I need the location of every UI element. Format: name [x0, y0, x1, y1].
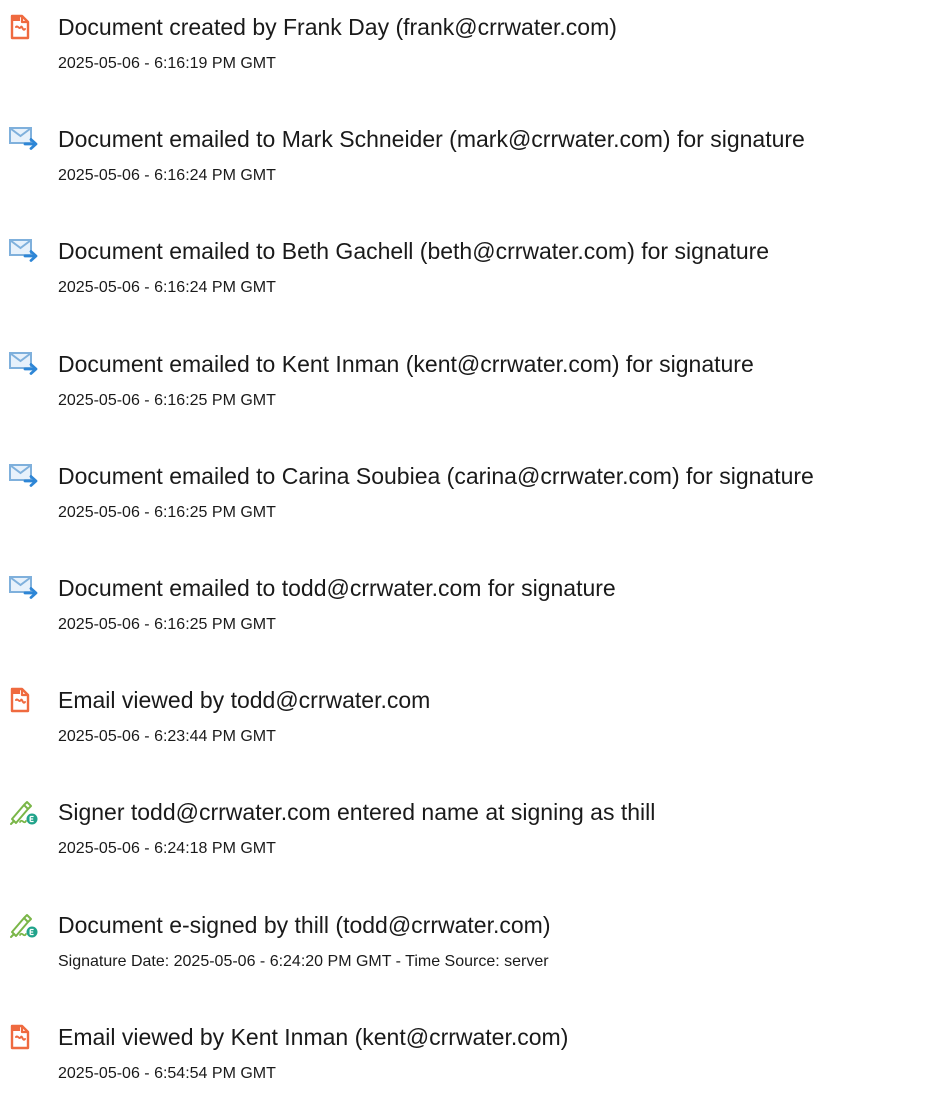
event-description: Document e-signed by thill (todd@crrwate…	[58, 911, 551, 938]
event-timestamp: 2025-05-06 - 6:24:18 PM GMT	[58, 840, 276, 858]
email-sent-icon	[8, 237, 44, 265]
event-description: Document created by Frank Day (frank@crr…	[58, 14, 617, 40]
email-sent-icon	[8, 350, 44, 378]
event-description: Document emailed to Beth Gachell (beth@c…	[58, 238, 770, 265]
event-description: Email viewed by Kent Inman (kent@crrwate…	[58, 1023, 569, 1050]
audit-event-item: Document emailed to todd@crrwater.com fo…	[0, 573, 935, 663]
event-timestamp: 2025-05-06 - 6:16:24 PM GMT	[58, 167, 276, 185]
email-sent-icon	[8, 462, 44, 490]
email-sent-icon	[8, 125, 44, 153]
document-icon	[8, 1023, 44, 1051]
audit-event-item: Document emailed to Beth Gachell (beth@c…	[0, 236, 935, 326]
audit-event-item: Document emailed to Kent Inman (kent@crr…	[0, 349, 935, 439]
event-timestamp: 2025-05-06 - 6:54:54 PM GMT	[58, 1064, 276, 1082]
event-description: Document emailed to Mark Schneider (mark…	[58, 126, 805, 153]
event-description: Signer todd@crrwater.com entered name at…	[58, 799, 656, 826]
audit-event-item: Document emailed to Mark Schneider (mark…	[0, 124, 935, 214]
audit-event-item: Document emailed to Carina Soubiea (cari…	[0, 461, 935, 551]
event-timestamp: Signature Date: 2025-05-06 - 6:24:20 PM …	[58, 952, 549, 970]
audit-event-item: Document e-signed by thill (todd@crrwate…	[0, 910, 935, 1000]
event-timestamp: 2025-05-06 - 6:16:25 PM GMT	[58, 503, 276, 521]
event-description: Document emailed to todd@crrwater.com fo…	[58, 575, 616, 601]
audit-event-item: Email viewed by Kent Inman (kent@crrwate…	[0, 1022, 935, 1112]
audit-event-item: Email viewed by todd@crrwater.com 2025-05…	[0, 685, 935, 775]
e-sign-icon	[8, 911, 44, 939]
event-timestamp: 2025-05-06 - 6:16:24 PM GMT	[58, 279, 276, 297]
event-description: Document emailed to Kent Inman (kent@crr…	[58, 350, 754, 377]
audit-event-item: Signer todd@crrwater.com entered name at…	[0, 797, 935, 887]
document-icon	[8, 13, 44, 41]
event-timestamp: 2025-05-06 - 6:16:25 PM GMT	[58, 616, 276, 633]
document-icon	[8, 686, 44, 714]
event-timestamp: 2025-05-06 - 6:23:44 PM GMT	[58, 728, 276, 746]
audit-event-item: Document created by Frank Day (frank@crr…	[0, 12, 935, 102]
event-description: Email viewed by todd@crrwater.com	[58, 687, 431, 714]
email-sent-icon	[8, 574, 44, 602]
event-timestamp: 2025-05-06 - 6:16:25 PM GMT	[58, 391, 276, 409]
event-description: Document emailed to Carina Soubiea (cari…	[58, 462, 814, 489]
e-sign-icon	[8, 798, 44, 826]
event-timestamp: 2025-05-06 - 6:16:19 PM GMT	[58, 55, 276, 72]
